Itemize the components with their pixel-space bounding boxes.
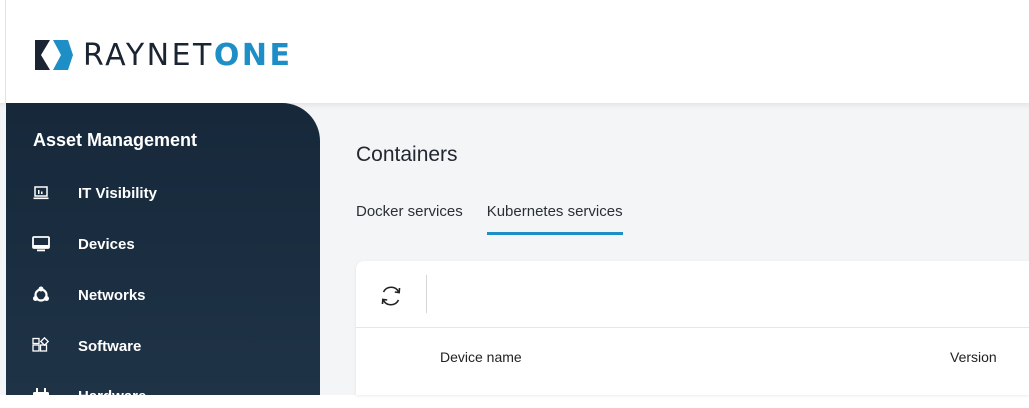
tab-kubernetes-services[interactable]: Kubernetes services — [486, 199, 623, 235]
app-header: RAYNETONE — [0, 0, 1029, 103]
hardware-icon — [32, 387, 50, 405]
logo-wordmark: RAYNETONE — [83, 37, 293, 73]
sidebar-item-it-visibility[interactable]: IT Visibility — [32, 181, 157, 205]
content-panel: Containers Docker services Kubernetes se… — [356, 103, 1029, 395]
tab-docker-services[interactable]: Docker services — [356, 199, 463, 235]
sidebar: Asset Management IT Visibility Devices N… — [6, 103, 320, 405]
toolbar-divider — [426, 275, 427, 313]
software-icon — [32, 337, 50, 355]
network-icon — [32, 286, 50, 304]
refresh-button[interactable] — [378, 283, 404, 309]
sidebar-title: Asset Management — [33, 130, 198, 150]
services-grid: Device name Version — [356, 261, 1029, 395]
column-header-device-name[interactable]: Device name — [440, 349, 522, 365]
raynet-logo-icon — [35, 40, 73, 70]
page-title: Containers — [356, 143, 458, 166]
sidebar-item-label: Devices — [78, 235, 135, 253]
grid-toolbar — [356, 261, 1029, 328]
tab-bar: Docker services Kubernetes services — [356, 199, 647, 235]
sidebar-item-label: Hardware — [78, 387, 147, 405]
column-header-version[interactable]: Version — [950, 349, 997, 365]
sidebar-item-software[interactable]: Software — [32, 334, 141, 358]
sidebar-item-label: Software — [78, 337, 142, 355]
it-visibility-icon — [32, 184, 50, 202]
sidebar-item-devices[interactable]: Devices — [32, 232, 135, 256]
raynetone-logo[interactable]: RAYNETONE — [33, 36, 292, 74]
sidebar-item-hardware[interactable]: Hardware — [32, 384, 146, 408]
monitor-icon — [32, 235, 50, 253]
sidebar-item-label: IT Visibility — [78, 184, 157, 202]
sidebar-item-label: Networks — [78, 286, 146, 304]
sidebar-item-networks[interactable]: Networks — [32, 283, 146, 307]
refresh-icon — [381, 286, 401, 306]
